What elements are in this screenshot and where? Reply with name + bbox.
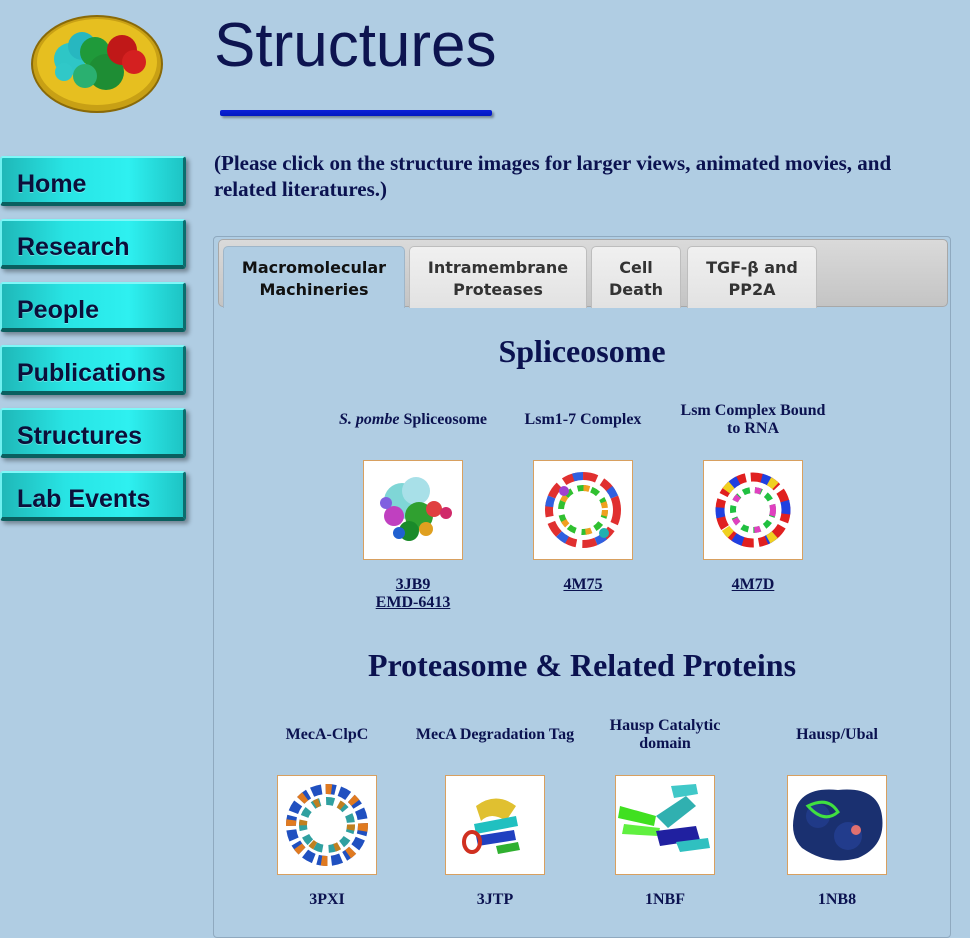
nav-people-button[interactable]: People [0, 282, 186, 332]
structure-label-text: Spliceosome [399, 411, 487, 428]
structure-card: MecA-ClpC 3PXI [247, 717, 407, 909]
tab-label-line2: Death [609, 280, 663, 299]
pdb-link[interactable]: 1NBF [585, 891, 745, 909]
tab-label-line1: Intramembrane [427, 258, 569, 277]
structure-card: Lsm1-7 Complex 4M75 [503, 402, 663, 594]
tab-label-line1: Macromolecular [241, 258, 387, 277]
section-title-spliceosome: Spliceosome [498, 333, 666, 369]
structure-card: Lsm Complex Bound to RNA 4M7D [673, 402, 833, 594]
nav-structures-button[interactable]: Structures [0, 408, 186, 458]
section-title-proteasome: Proteasome & Related Proteins [367, 647, 797, 683]
hausp-ubal-structure-image[interactable] [787, 775, 887, 875]
nav-lab-events-button[interactable]: Lab Events [0, 471, 186, 521]
structure-label: MecA-ClpC [285, 726, 369, 743]
pdb-link[interactable]: 3JB9 [333, 576, 493, 594]
structures-tab-panel: Macromolecular Machineries Intramembrane… [213, 236, 951, 938]
hausp-catalytic-structure-image[interactable] [615, 775, 715, 875]
structure-label: Lsm Complex Bound to RNA [680, 402, 826, 437]
tab-cell-death[interactable]: Cell Death [591, 246, 681, 308]
structure-card: S. pombe Spliceosome 3JB9 EMD-6413 [333, 402, 493, 612]
tab-label-line2: PP2A [728, 280, 776, 299]
sidebar-nav: Home Research People Publications Struct… [0, 156, 190, 534]
structure-label: Hausp Catalytic domain [609, 717, 721, 752]
structure-card: Hausp/Ubal 1NB8 [757, 717, 917, 909]
meca-tag-structure-image[interactable] [445, 775, 545, 875]
pdb-link[interactable]: 3JTP [415, 891, 575, 909]
nav-home-button[interactable]: Home [0, 156, 186, 206]
structure-label: Lsm1-7 Complex [524, 411, 642, 428]
meca-clpc-structure-image[interactable] [277, 775, 377, 875]
spliceosome-structure-image[interactable] [363, 460, 463, 560]
structure-label: S. pombe Spliceosome [333, 402, 493, 438]
lsm-complex-structure-image[interactable] [533, 460, 633, 560]
tab-intramembrane-proteases[interactable]: Intramembrane Proteases [409, 246, 587, 308]
title-underline [220, 110, 492, 116]
structure-card: MecA Degradation Tag 3JTP [415, 717, 575, 909]
pdb-link[interactable]: 1NB8 [757, 891, 917, 909]
tab-bar: Macromolecular Machineries Intramembrane… [218, 239, 948, 308]
structure-label: Hausp/Ubal [796, 726, 878, 743]
tab-macromolecular-machineries[interactable]: Macromolecular Machineries [223, 246, 405, 308]
structure-label: MecA Degradation Tag [415, 726, 575, 743]
structure-card: Hausp Catalytic domain 1NBF [585, 717, 745, 909]
structure-label-italic: S. pombe [339, 411, 400, 428]
tab-label-line2: Machineries [259, 280, 369, 299]
tab-label-line1: TGF-β and [706, 258, 798, 277]
instruction-text: (Please click on the structure images fo… [214, 151, 892, 201]
page-title: Structures [214, 11, 497, 80]
emd-link[interactable]: EMD-6413 [333, 594, 493, 612]
lsm-rna-structure-image[interactable] [703, 460, 803, 560]
pdb-link[interactable]: 3PXI [247, 891, 407, 909]
lab-logo [30, 14, 164, 114]
nav-publications-button[interactable]: Publications [0, 345, 186, 395]
nav-research-button[interactable]: Research [0, 219, 186, 269]
tab-label-line1: Cell [619, 258, 653, 277]
tab-label-line2: Proteases [453, 280, 543, 299]
tab-tgf-beta-pp2a[interactable]: TGF-β and PP2A [687, 246, 817, 308]
pdb-link[interactable]: 4M75 [503, 576, 663, 594]
pdb-link[interactable]: 4M7D [673, 576, 833, 594]
